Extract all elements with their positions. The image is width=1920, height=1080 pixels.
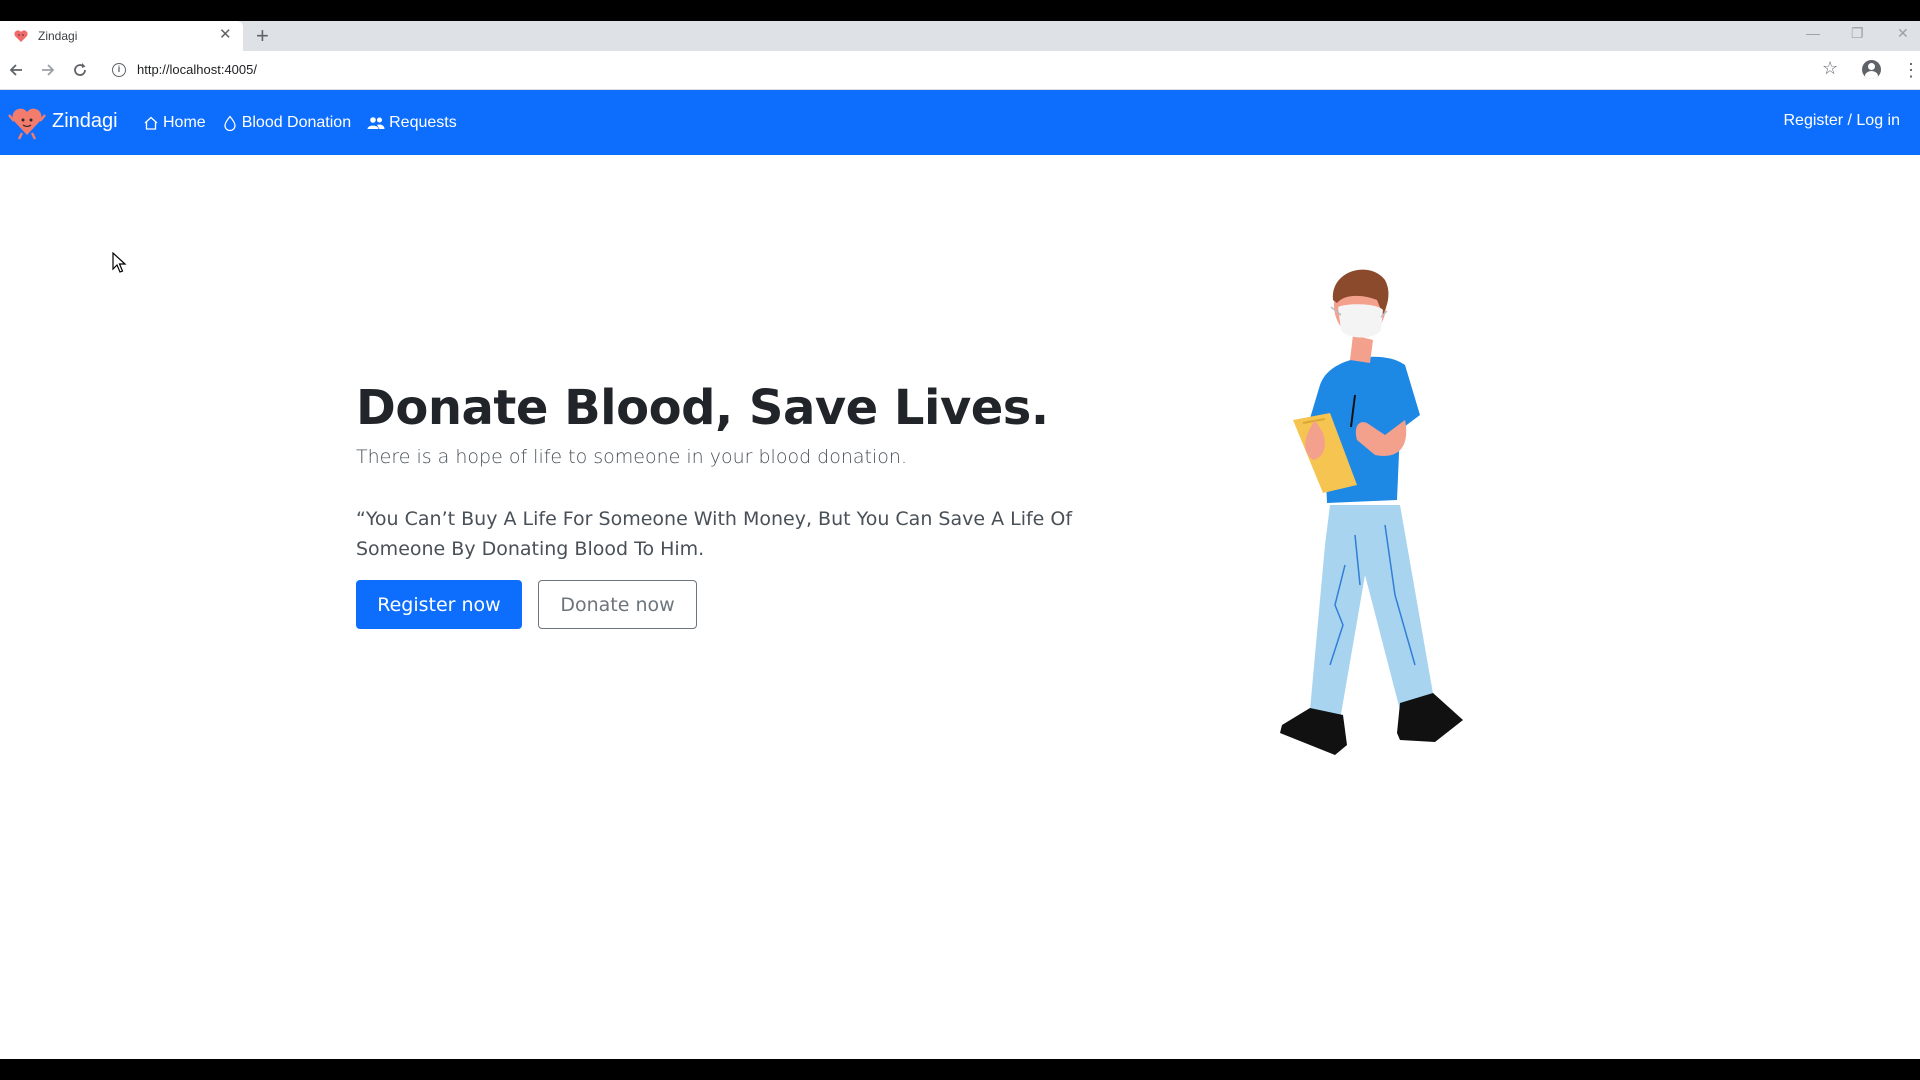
forward-arrow-icon[interactable] (38, 60, 58, 80)
new-tab-button[interactable]: + (256, 24, 269, 48)
minimize-button[interactable]: — (1806, 23, 1820, 43)
browser-window: Zindagi ✕ + — ❐ ✕ i http://localhost:400… (0, 21, 1920, 1059)
reload-icon[interactable] (70, 60, 90, 80)
brand-name: Zindagi (52, 109, 118, 132)
hero-title: Donate Blood, Save Lives. (356, 380, 1049, 436)
bookmark-star-icon[interactable]: ☆ (1822, 58, 1838, 78)
people-icon (367, 116, 385, 129)
nav-home[interactable]: Home (143, 114, 206, 132)
zindagi-logo-icon (8, 108, 46, 140)
zindagi-favicon-icon (14, 30, 28, 42)
hero-subtitle: There is a hope of life to someone in yo… (356, 446, 907, 468)
register-now-button[interactable]: Register now (356, 580, 522, 629)
nav-links: Home Blood Donation Requests (143, 90, 473, 155)
donate-now-button[interactable]: Donate now (538, 580, 697, 629)
home-icon (144, 116, 158, 130)
nav-home-label: Home (163, 113, 206, 131)
browser-tab[interactable]: Zindagi ✕ (0, 21, 243, 51)
nav-requests[interactable]: Requests (367, 114, 457, 132)
doctor-illustration (1280, 269, 1463, 755)
url-text[interactable]: http://localhost:4005/ (137, 62, 257, 77)
tab-strip: Zindagi ✕ + — ❐ ✕ (0, 21, 1920, 51)
droplet-icon (224, 114, 236, 131)
tab-title: Zindagi (38, 29, 78, 43)
site-info-icon[interactable]: i (112, 63, 126, 77)
brand-link[interactable]: Zindagi (8, 100, 118, 142)
browser-toolbar: i http://localhost:4005/ ☆ ⋮ (0, 51, 1920, 90)
hero-quote: “You Can’t Buy A Life For Someone With M… (356, 508, 1073, 560)
web-page: Zindagi Home Blood Donation Requests Reg… (0, 90, 1920, 1059)
address-bar[interactable]: i http://localhost:4005/ (104, 56, 1804, 84)
close-window-button[interactable]: ✕ (1897, 23, 1909, 43)
tab-close-icon[interactable]: ✕ (219, 27, 232, 43)
register-login-link[interactable]: Register / Log in (1783, 112, 1900, 130)
nav-blood-donation[interactable]: Blood Donation (222, 114, 351, 132)
site-navbar: Zindagi Home Blood Donation Requests Reg… (0, 90, 1920, 155)
screen-frame-top (0, 0, 1920, 21)
screen-frame-bottom (0, 1059, 1920, 1080)
profile-avatar-icon[interactable] (1862, 60, 1881, 79)
nav-requests-label: Requests (389, 113, 457, 131)
back-arrow-icon[interactable] (6, 60, 26, 80)
restore-button[interactable]: ❐ (1851, 23, 1864, 43)
nav-blood-donation-label: Blood Donation (241, 113, 352, 131)
browser-menu-icon[interactable]: ⋮ (1902, 60, 1920, 80)
mouse-cursor-icon (112, 252, 127, 273)
